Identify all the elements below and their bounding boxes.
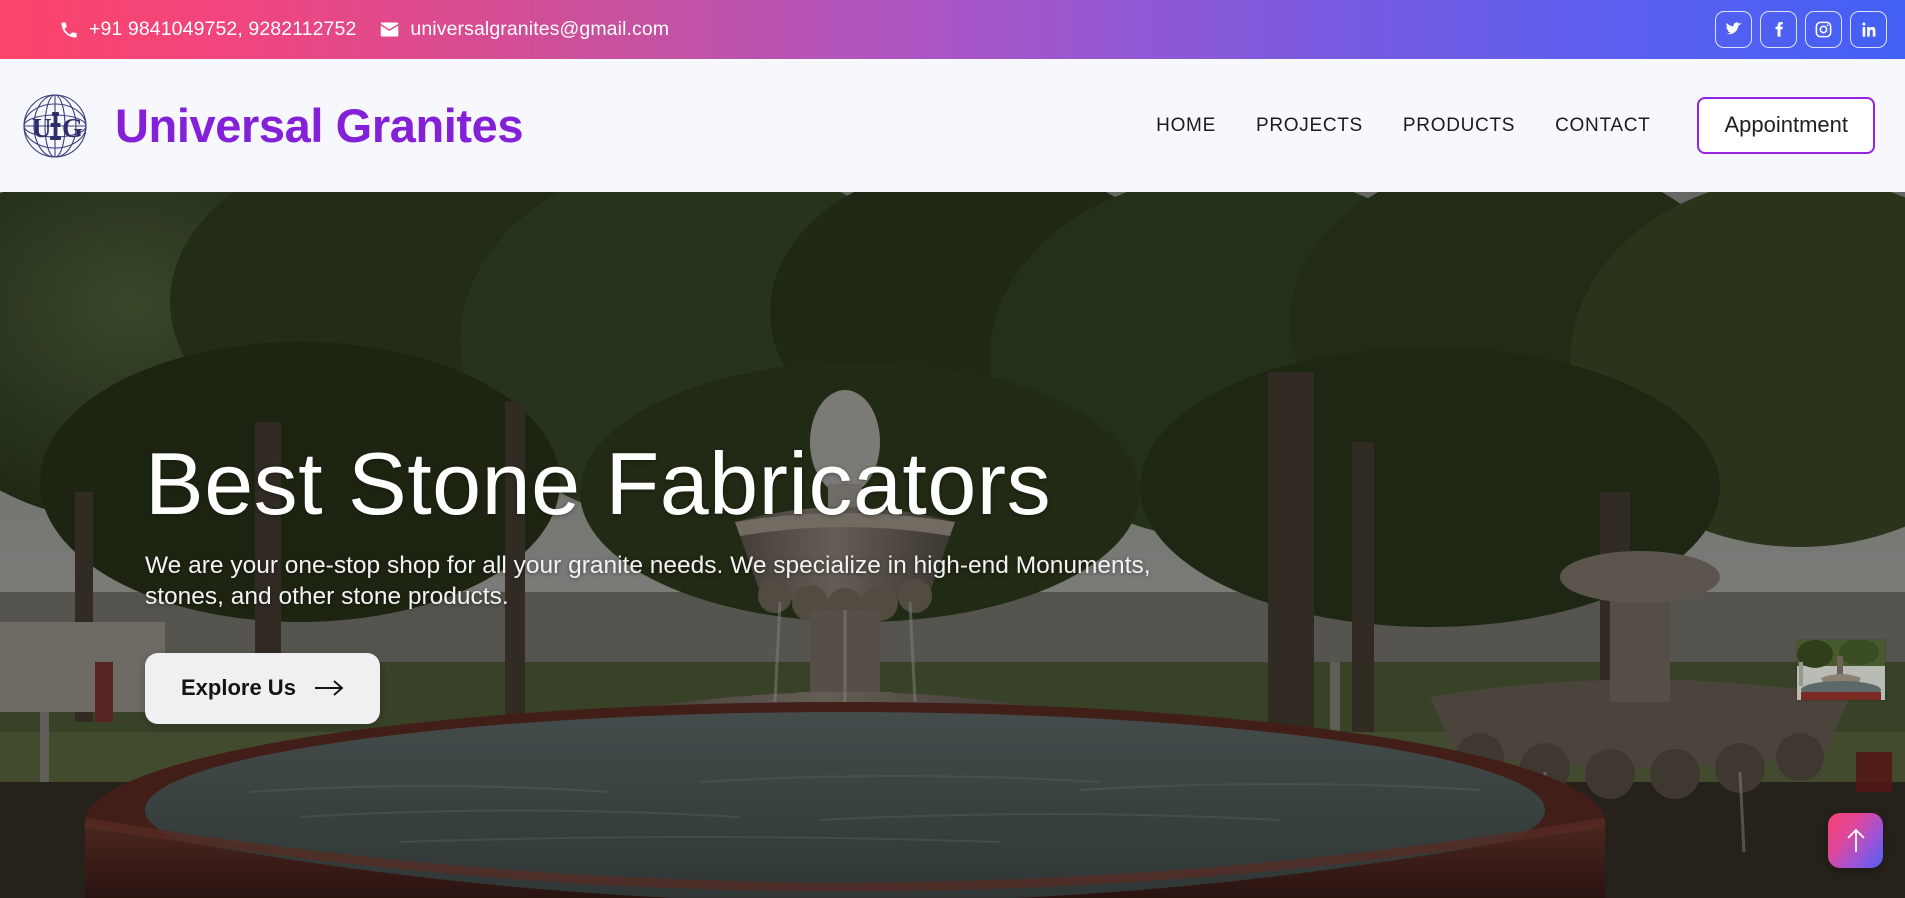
- globe-ug-logo-icon: U G: [14, 85, 96, 167]
- svg-text:G: G: [62, 113, 83, 143]
- email-address[interactable]: universalgranites@gmail.com: [410, 18, 669, 41]
- hero-section: Best Stone Fabricators We are your one-s…: [0, 192, 1905, 898]
- hero-headline: Best Stone Fabricators: [145, 434, 1052, 533]
- social-link-facebook[interactable]: [1760, 11, 1797, 48]
- nav-item-home[interactable]: HOME: [1136, 115, 1236, 137]
- hero-content: Best Stone Fabricators We are your one-s…: [145, 440, 1265, 724]
- explore-us-label: Explore Us: [181, 674, 296, 700]
- brand-name: Universal Granites: [115, 99, 524, 152]
- social-link-twitter[interactable]: [1715, 11, 1752, 48]
- scroll-to-top-button[interactable]: [1828, 813, 1883, 868]
- appointment-button[interactable]: Appointment: [1697, 97, 1875, 154]
- brand-logo-link[interactable]: U G Universal Granites: [14, 85, 524, 167]
- nav-item-contact[interactable]: CONTACT: [1535, 115, 1670, 137]
- site-header: U G Universal Granites HOME PROJECTS PRO…: [0, 59, 1905, 192]
- svg-text:U: U: [32, 113, 52, 143]
- twitter-icon: [1724, 20, 1743, 39]
- contact-info: +91 9841049752, 9282112752 universalgran…: [58, 18, 669, 41]
- social-link-linkedin[interactable]: [1850, 11, 1887, 48]
- main-nav: HOME PROJECTS PRODUCTS CONTACT Appointme…: [1136, 97, 1875, 154]
- instagram-icon: [1814, 20, 1833, 39]
- arrow-right-icon: [314, 679, 344, 697]
- explore-us-button[interactable]: Explore Us: [145, 652, 380, 724]
- linkedin-icon: [1859, 20, 1878, 39]
- top-contact-bar: +91 9841049752, 9282112752 universalgran…: [0, 0, 1905, 59]
- arrow-up-icon: [1845, 828, 1867, 854]
- envelope-icon: [378, 19, 400, 41]
- social-links: [1715, 0, 1887, 59]
- phone-icon: [58, 19, 80, 41]
- facebook-icon: [1769, 20, 1788, 39]
- social-link-instagram[interactable]: [1805, 11, 1842, 48]
- slide-thumbnail[interactable]: [1797, 640, 1885, 700]
- nav-item-products[interactable]: PRODUCTS: [1383, 115, 1535, 137]
- phone-number[interactable]: +91 9841049752, 9282112752: [89, 18, 356, 41]
- hero-subtitle: We are your one-stop shop for all your g…: [145, 552, 1151, 611]
- nav-item-projects[interactable]: PROJECTS: [1236, 115, 1383, 137]
